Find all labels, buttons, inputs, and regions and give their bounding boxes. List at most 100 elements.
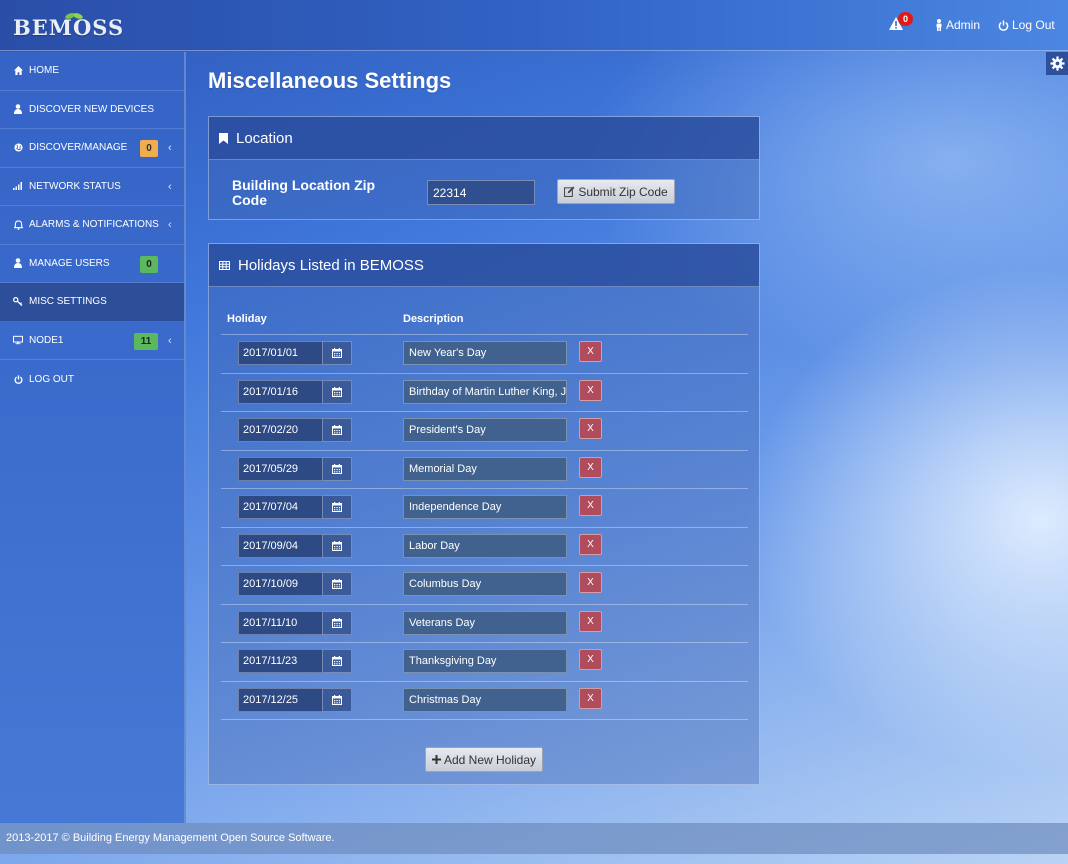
- footer: 2013-2017 © Building Energy Management O…: [0, 823, 1068, 854]
- holiday-date-input[interactable]: [238, 649, 323, 673]
- calendar-button[interactable]: [322, 649, 352, 673]
- chevron-left-icon: ‹: [168, 180, 172, 193]
- logout-link[interactable]: Log Out: [998, 18, 1055, 32]
- page-title: Miscellaneous Settings: [208, 68, 452, 93]
- sidebar-item-log-out[interactable]: LOG OUT: [0, 360, 184, 399]
- holiday-date-input[interactable]: [238, 418, 323, 442]
- power-icon: [13, 374, 23, 384]
- table-row: X: [221, 603, 748, 643]
- table-row: X: [221, 526, 748, 566]
- location-heading: Location: [236, 129, 293, 147]
- holiday-date-input[interactable]: [238, 379, 323, 404]
- holiday-description-input[interactable]: [403, 379, 567, 404]
- sidebar-item-label: MANAGE USERS: [29, 257, 110, 269]
- chevron-left-icon: ‹: [168, 334, 172, 347]
- user-icon: [13, 258, 23, 269]
- delete-holiday-button[interactable]: X: [579, 379, 602, 401]
- holiday-description-input[interactable]: [403, 418, 567, 442]
- key-icon: [13, 297, 23, 307]
- holiday-date-input[interactable]: [238, 610, 323, 635]
- table-row: X: [221, 642, 748, 681]
- table-icon: [219, 260, 230, 270]
- users-count-badge: 0: [140, 255, 158, 273]
- calendar-icon: [332, 463, 342, 474]
- plus-icon: [431, 755, 441, 764]
- sidebar-item-label: HOME: [29, 65, 59, 77]
- holiday-date-input[interactable]: [238, 495, 323, 519]
- table-row: X: [221, 411, 748, 450]
- calendar-button[interactable]: [322, 572, 352, 596]
- sidebar-item-alarms-notifications[interactable]: ALARMS & NOTIFICATIONS ‹: [0, 206, 184, 245]
- calendar-button[interactable]: [322, 379, 352, 404]
- table-row: X: [221, 449, 748, 489]
- sidebar-item-label: DISCOVER NEW DEVICES: [29, 103, 155, 115]
- calendar-button[interactable]: [322, 456, 352, 481]
- table-row: X: [221, 565, 748, 604]
- sidebar-item-discover-new-devices[interactable]: DISCOVER NEW DEVICES: [0, 91, 184, 129]
- delete-holiday-button[interactable]: X: [579, 533, 602, 555]
- calendar-button[interactable]: [322, 418, 352, 442]
- logout-label: Log Out: [1012, 18, 1055, 32]
- sidebar-item-discover-manage[interactable]: DISCOVER/MANAGE 0 ‹: [0, 129, 184, 168]
- chevron-left-icon: ‹: [168, 142, 172, 154]
- calendar-icon: [332, 617, 342, 628]
- holidays-panel: Holidays Listed in BEMOSS Holiday Descri…: [208, 243, 760, 785]
- holiday-date-input[interactable]: [238, 341, 323, 365]
- delete-holiday-button[interactable]: X: [579, 341, 602, 362]
- sidebar-item-label: NODE1: [29, 334, 64, 346]
- holiday-description-input[interactable]: [403, 533, 567, 558]
- holiday-description-input[interactable]: [403, 572, 567, 596]
- calendar-button[interactable]: [322, 533, 352, 558]
- admin-link[interactable]: Admin: [935, 18, 980, 32]
- delete-holiday-button[interactable]: X: [579, 610, 602, 632]
- discover-count-badge: 0: [140, 140, 158, 157]
- column-header-description: Description: [403, 313, 464, 325]
- sidebar-item-misc-settings[interactable]: MISC SETTINGS: [0, 283, 184, 322]
- holiday-date-input[interactable]: [238, 572, 323, 596]
- holiday-description-input[interactable]: [403, 687, 567, 712]
- node-count-badge: 11: [134, 332, 158, 350]
- globe-icon: [13, 143, 23, 153]
- holiday-description-input[interactable]: [403, 456, 567, 481]
- home-icon: [13, 66, 23, 76]
- calendar-button[interactable]: [322, 687, 352, 712]
- holiday-description-input[interactable]: [403, 610, 567, 635]
- alert-count-badge: 0: [898, 12, 913, 26]
- sidebar: HOME DISCOVER NEW DEVICES DISCOVER/MANAG…: [0, 52, 186, 823]
- sidebar-item-node1[interactable]: NODE1 11 ‹: [0, 322, 184, 360]
- table-row: X: [221, 372, 748, 412]
- monitor-icon: [13, 335, 23, 345]
- zip-code-input[interactable]: [427, 180, 535, 205]
- settings-gear-button[interactable]: [1046, 52, 1068, 75]
- sidebar-item-home[interactable]: HOME: [0, 52, 184, 91]
- holiday-description-input[interactable]: [403, 495, 567, 519]
- calendar-button[interactable]: [322, 341, 352, 365]
- calendar-button[interactable]: [322, 610, 352, 635]
- delete-holiday-button[interactable]: X: [579, 649, 602, 670]
- sidebar-item-network-status[interactable]: NETWORK STATUS ‹: [0, 168, 184, 206]
- delete-holiday-button[interactable]: X: [579, 572, 602, 593]
- bookmark-icon: [219, 132, 228, 144]
- calendar-button[interactable]: [322, 495, 352, 519]
- holiday-date-input[interactable]: [238, 533, 323, 558]
- power-icon: [998, 19, 1009, 31]
- holiday-description-input[interactable]: [403, 341, 567, 365]
- holiday-date-input[interactable]: [238, 687, 323, 712]
- zip-code-label: Building Location Zip Code: [232, 177, 376, 208]
- top-navbar: BEMOSS 0 Admin Log Out: [0, 0, 1068, 51]
- calendar-icon: [332, 540, 342, 551]
- sidebar-item-label: DISCOVER/MANAGE: [29, 142, 128, 154]
- delete-holiday-button[interactable]: X: [579, 418, 602, 439]
- delete-holiday-button[interactable]: X: [579, 456, 602, 478]
- delete-holiday-button[interactable]: X: [579, 495, 602, 516]
- holiday-date-input[interactable]: [238, 456, 323, 481]
- holiday-description-input[interactable]: [403, 649, 567, 673]
- sidebar-item-label: NETWORK STATUS: [29, 180, 121, 192]
- submit-zip-button[interactable]: Submit Zip Code: [557, 179, 675, 204]
- delete-holiday-button[interactable]: X: [579, 687, 602, 709]
- add-holiday-button[interactable]: Add New Holiday: [425, 747, 543, 772]
- person-icon: [936, 19, 942, 31]
- add-holiday-label: Add New Holiday: [443, 752, 537, 767]
- sidebar-item-manage-users[interactable]: MANAGE USERS 0: [0, 245, 184, 283]
- signal-icon: [13, 181, 23, 191]
